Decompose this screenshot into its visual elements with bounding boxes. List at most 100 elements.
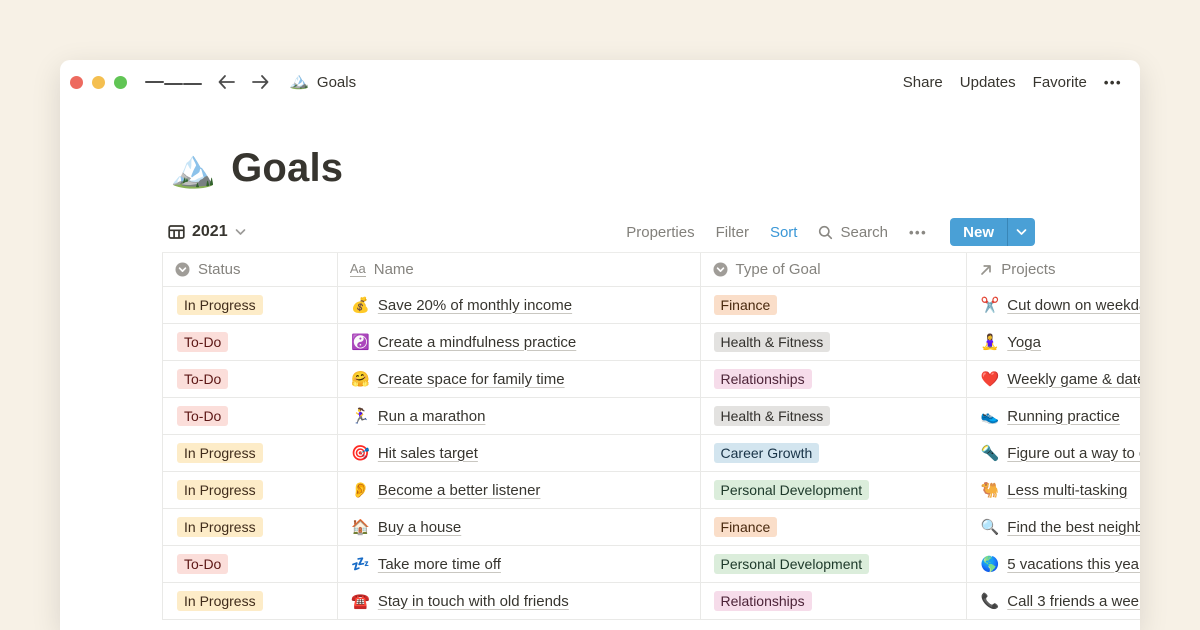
table-row: In Progress 👂Become a better listener Pe… <box>163 472 1140 509</box>
name-cell[interactable]: 🏠Buy a house <box>338 509 701 546</box>
type-cell[interactable]: Health & Fitness <box>701 398 968 435</box>
topbar-actions: Share Updates Favorite ••• <box>903 74 1122 91</box>
type-badge: Career Growth <box>714 443 820 463</box>
type-badge: Finance <box>714 517 778 537</box>
status-badge: To-Do <box>177 554 228 574</box>
table-row: To-Do 💤Take more time off Personal Devel… <box>163 546 1140 583</box>
column-header-status[interactable]: Status <box>163 253 338 287</box>
database-toolbar: 2021 Properties Filter Sort Search ••• N… <box>60 211 1140 253</box>
projects-cell[interactable]: 🔦Figure out a way to do it <box>967 435 1140 472</box>
sort-button[interactable]: Sort <box>770 224 798 241</box>
share-button[interactable]: Share <box>903 74 943 91</box>
status-cell[interactable]: In Progress <box>163 583 338 620</box>
column-header-projects[interactable]: Projects <box>967 253 1140 287</box>
type-cell[interactable]: Finance <box>701 509 968 546</box>
camel-emoji-icon: 🐫 <box>980 483 999 498</box>
zoom-window-button[interactable] <box>114 76 127 89</box>
status-badge: To-Do <box>177 332 228 352</box>
status-badge: To-Do <box>177 406 228 426</box>
name-cell[interactable]: ☯️Create a mindfulness practice <box>338 324 701 361</box>
forward-arrow-icon[interactable] <box>251 74 270 90</box>
status-cell[interactable]: In Progress <box>163 509 338 546</box>
filter-button[interactable]: Filter <box>716 224 749 241</box>
status-badge: In Progress <box>177 480 263 500</box>
search-button[interactable]: Search <box>818 224 888 241</box>
runner-emoji-icon: 🏃‍♀️ <box>351 409 370 424</box>
name-cell[interactable]: 💰Save 20% of monthly income <box>338 287 701 324</box>
table-row: In Progress ☎️Stay in touch with old fri… <box>163 583 1140 620</box>
globe-emoji-icon: 🌎 <box>980 557 999 572</box>
name-cell[interactable]: 🎯Hit sales target <box>338 435 701 472</box>
goal-title: Run a marathon <box>378 408 486 425</box>
page-mountain-emoji-icon[interactable]: 🏔️ <box>170 150 216 187</box>
project-title: 5 vacations this year <box>1007 556 1140 573</box>
projects-cell[interactable]: 🐫Less multi-tasking <box>967 472 1140 509</box>
name-cell[interactable]: ☎️Stay in touch with old friends <box>338 583 701 620</box>
projects-cell[interactable]: 🧘‍♀️Yoga <box>967 324 1140 361</box>
project-title: Cut down on weekday takeout <box>1007 297 1140 314</box>
back-arrow-icon[interactable] <box>217 74 236 90</box>
flashlight-emoji-icon: 🔦 <box>980 446 999 461</box>
type-cell[interactable]: Personal Development <box>701 546 968 583</box>
page-title[interactable]: Goals <box>231 146 343 191</box>
projects-cell[interactable]: 🌎 5 vacations this year <box>967 546 1140 583</box>
hugging-face-emoji-icon: 🤗 <box>351 372 370 387</box>
projects-cell[interactable]: ✂️ Cut down on weekday takeout <box>967 287 1140 324</box>
close-window-button[interactable] <box>70 76 83 89</box>
search-icon <box>818 225 833 240</box>
updates-button[interactable]: Updates <box>960 74 1016 91</box>
name-cell[interactable]: 💤Take more time off <box>338 546 701 583</box>
status-badge: In Progress <box>177 443 263 463</box>
favorite-button[interactable]: Favorite <box>1033 74 1087 91</box>
status-cell[interactable]: In Progress <box>163 287 338 324</box>
type-cell[interactable]: Personal Development <box>701 472 968 509</box>
column-header-name[interactable]: Aa Name <box>338 253 701 287</box>
magnifying-glass-emoji-icon: 🔍 <box>980 520 999 535</box>
projects-cell[interactable]: 📞Call 3 friends a week <box>967 583 1140 620</box>
status-cell[interactable]: To-Do <box>163 324 338 361</box>
type-cell[interactable]: Career Growth <box>701 435 968 472</box>
yoga-emoji-icon: 🧘‍♀️ <box>980 335 999 350</box>
sidebar-menu-icon[interactable] <box>145 79 202 85</box>
view-switcher[interactable]: 2021 <box>168 223 246 241</box>
status-cell[interactable]: In Progress <box>163 472 338 509</box>
new-button-main[interactable]: New <box>950 218 1007 246</box>
app-window: 🏔️ Goals Share Updates Favorite ••• 🏔️ G… <box>60 60 1140 630</box>
table-row: In Progress 🎯Hit sales target Career Gro… <box>163 435 1140 472</box>
name-cell[interactable]: 🏃‍♀️ Run a marathon <box>338 398 701 435</box>
status-cell[interactable]: To-Do <box>163 546 338 583</box>
page-heading: 🏔️ Goals <box>170 146 1140 191</box>
zzz-emoji-icon: 💤 <box>351 557 370 572</box>
ear-emoji-icon: 👂 <box>351 483 370 498</box>
breadcrumb[interactable]: 🏔️ Goals <box>289 74 356 91</box>
table-row: In Progress 💰Save 20% of monthly income … <box>163 287 1140 324</box>
status-badge: In Progress <box>177 517 263 537</box>
type-cell[interactable]: Relationships <box>701 361 968 398</box>
toolbar-controls: Properties Filter Sort Search ••• New <box>626 218 1035 246</box>
scissors-emoji-icon: ✂️ <box>980 298 999 313</box>
more-options-icon[interactable]: ••• <box>1104 75 1122 90</box>
money-bag-emoji-icon: 💰 <box>351 298 370 313</box>
status-cell[interactable]: To-Do <box>163 361 338 398</box>
status-cell[interactable]: In Progress <box>163 435 338 472</box>
minimize-window-button[interactable] <box>92 76 105 89</box>
new-button-dropdown[interactable] <box>1008 218 1035 246</box>
type-cell[interactable]: Finance <box>701 287 968 324</box>
column-header-type-of-goal[interactable]: Type of Goal <box>701 253 968 287</box>
name-cell[interactable]: 🤗Create space for family time <box>338 361 701 398</box>
type-cell[interactable]: Relationships <box>701 583 968 620</box>
projects-cell[interactable]: ❤️Weekly game & date nights <box>967 361 1140 398</box>
name-cell[interactable]: 👂Become a better listener <box>338 472 701 509</box>
view-more-options-icon[interactable]: ••• <box>909 225 927 240</box>
select-property-icon <box>175 262 190 277</box>
select-property-icon <box>713 262 728 277</box>
table-view-icon <box>168 224 185 240</box>
projects-cell[interactable]: 👟Running practice <box>967 398 1140 435</box>
properties-button[interactable]: Properties <box>626 224 694 241</box>
status-cell[interactable]: To-Do <box>163 398 338 435</box>
type-badge: Relationships <box>714 591 812 611</box>
type-cell[interactable]: Health & Fitness <box>701 324 968 361</box>
type-badge: Personal Development <box>714 480 870 500</box>
projects-cell[interactable]: 🔍Find the best neighborhood <box>967 509 1140 546</box>
status-badge: In Progress <box>177 591 263 611</box>
